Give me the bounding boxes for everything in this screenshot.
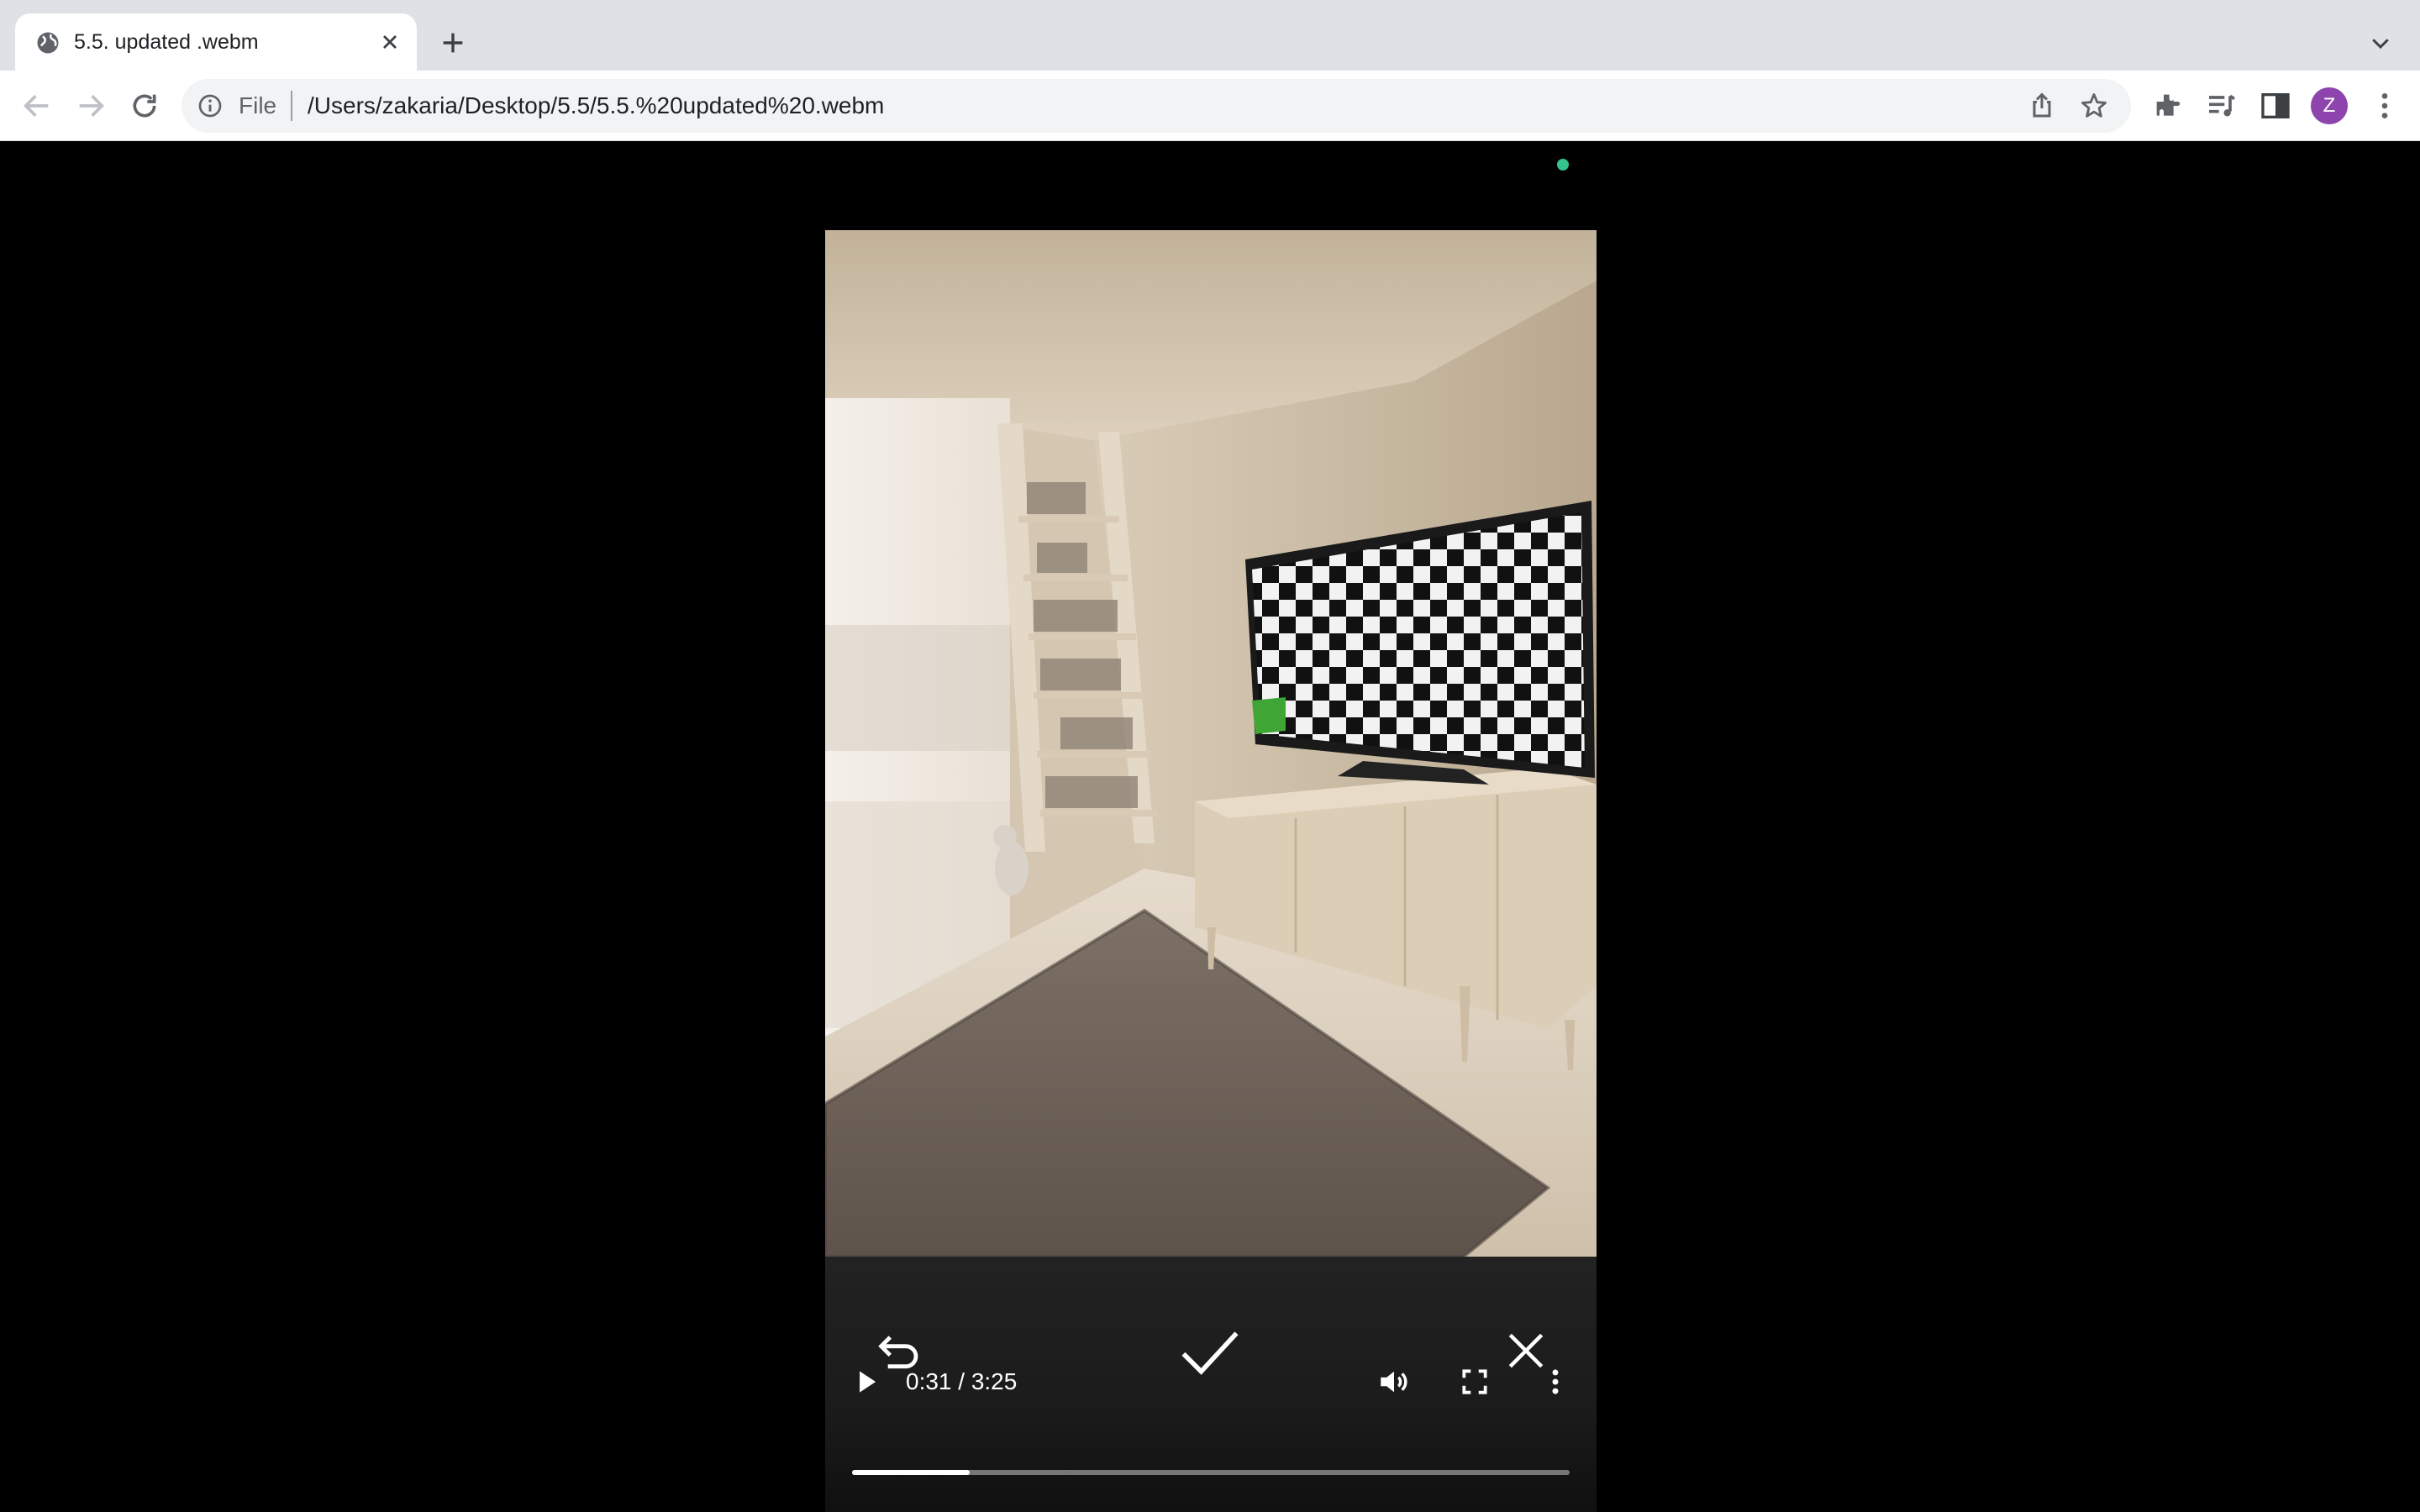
extensions-icon[interactable]: [2151, 89, 2185, 123]
side-panel-icon[interactable]: [2259, 89, 2292, 123]
share-icon[interactable]: [2027, 91, 2057, 121]
profile-avatar[interactable]: Z: [2311, 87, 2348, 124]
new-tab-icon[interactable]: [439, 29, 467, 57]
seek-bar-progress: [852, 1470, 971, 1475]
page-content: 0:31 / 3:25: [0, 141, 2420, 1512]
checkmark-icon[interactable]: [1175, 1317, 1245, 1388]
more-vert-icon[interactable]: [1539, 1366, 1571, 1398]
volume-icon[interactable]: [1376, 1364, 1412, 1399]
scheme-label: File: [239, 92, 277, 118]
forward-icon[interactable]: [74, 89, 108, 123]
info-icon[interactable]: [197, 92, 224, 119]
tab-strip: 5.5. updated .webm: [0, 0, 2420, 71]
active-tab[interactable]: 5.5. updated .webm: [15, 13, 417, 71]
media-control-icon[interactable]: [2205, 89, 2238, 123]
globe-icon: [37, 32, 59, 54]
browser-toolbar: File /Users/zakaria/Desktop/5.5/5.5.%20u…: [0, 71, 2420, 141]
address-bar[interactable]: File /Users/zakaria/Desktop/5.5/5.5.%20u…: [182, 79, 2131, 133]
video-frame[interactable]: [825, 230, 1597, 1257]
address-separator: [291, 91, 292, 121]
reload-icon[interactable]: [128, 89, 161, 123]
back-icon[interactable]: [20, 89, 54, 123]
tab-title: 5.5. updated .webm: [74, 30, 259, 54]
fullscreen-icon[interactable]: [1459, 1366, 1491, 1398]
time-display: 0:31 / 3:25: [906, 1368, 1018, 1394]
tab-close-icon[interactable]: [378, 30, 402, 54]
bookmark-star-icon[interactable]: [2079, 91, 2109, 121]
play-icon[interactable]: [850, 1366, 882, 1398]
menu-kebab-icon[interactable]: [2368, 89, 2402, 123]
seek-bar[interactable]: [852, 1470, 1570, 1475]
chevron-down-icon[interactable]: [2368, 30, 2393, 55]
video-player[interactable]: 0:31 / 3:25: [825, 230, 1597, 1512]
recording-indicator: [1557, 159, 1569, 171]
url-text[interactable]: /Users/zakaria/Desktop/5.5/5.5.%20update…: [308, 92, 884, 119]
